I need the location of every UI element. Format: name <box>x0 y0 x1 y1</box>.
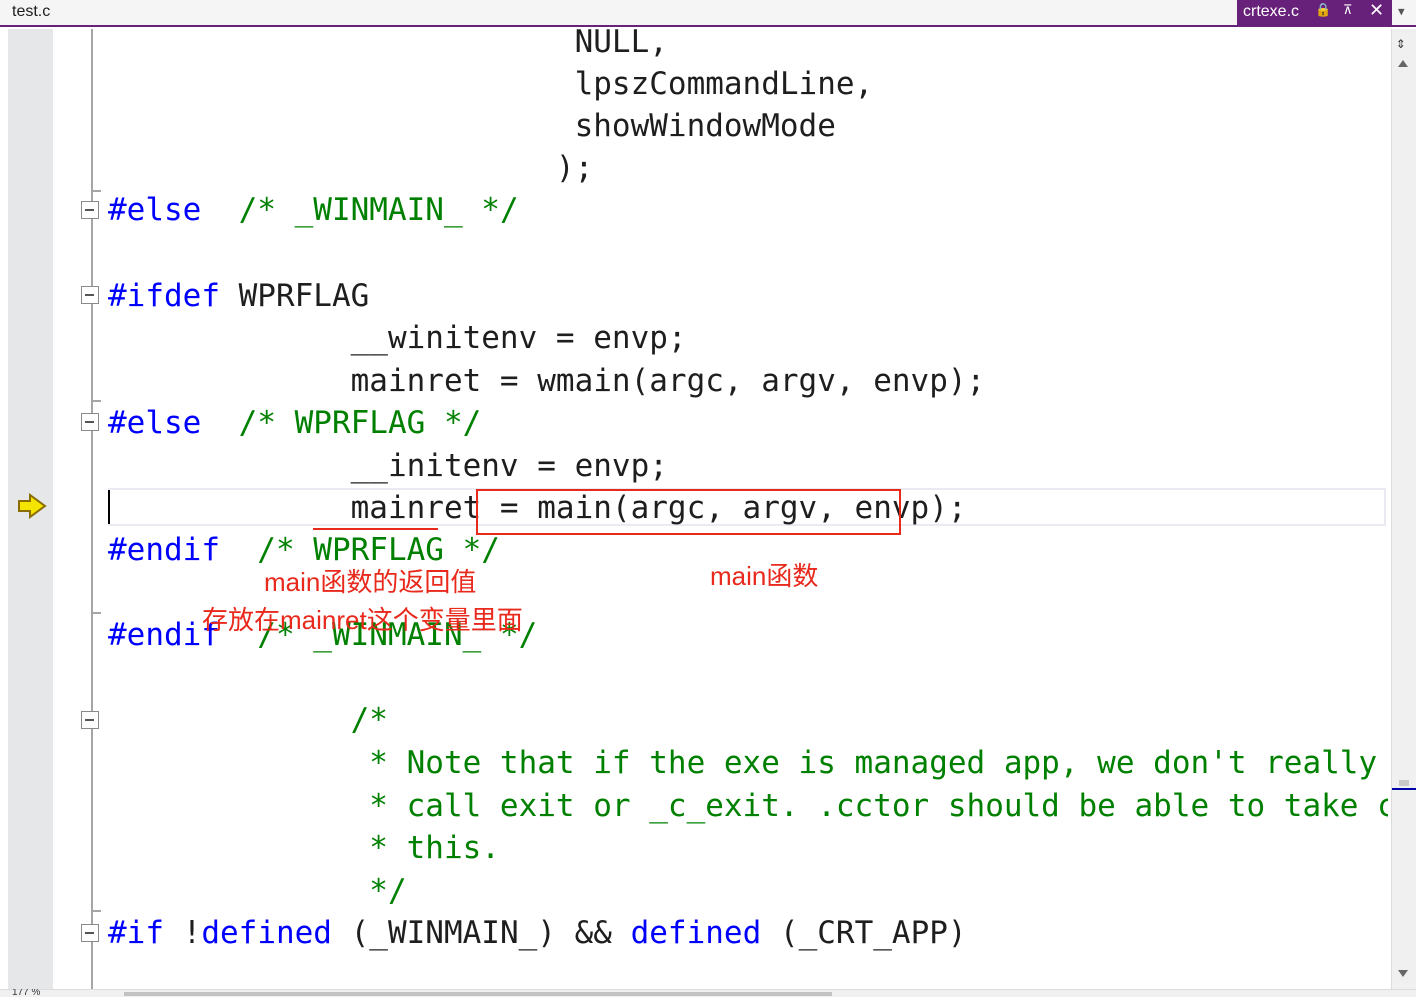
scroll-position-marker <box>1392 788 1416 790</box>
horizontal-scroll-thumb[interactable] <box>124 992 832 996</box>
collapse-toggle-icon[interactable] <box>81 711 99 729</box>
code-line[interactable]: #else /* _WINMAIN_ */ <box>108 189 519 231</box>
text-caret <box>108 490 110 524</box>
code-token: WPRFLAG <box>219 278 370 314</box>
code-line[interactable]: * call exit or _c_exit. .cctor should be… <box>108 785 1388 827</box>
keep-open-icon[interactable]: ⊼ <box>1343 2 1353 18</box>
zoom-level[interactable]: 177 % <box>12 989 40 997</box>
annotation-main-function: main函数 <box>710 561 819 591</box>
code-line[interactable]: NULL, <box>108 29 668 63</box>
code-token: defined <box>201 915 332 951</box>
collapse-toggle-icon[interactable] <box>81 413 99 431</box>
scroll-down-icon[interactable] <box>1398 970 1408 977</box>
code-token: defined <box>630 915 762 951</box>
code-line[interactable]: __initenv = envp; <box>108 445 668 487</box>
code-line[interactable]: ); <box>108 147 593 189</box>
tab-crtexe-c[interactable]: crtexe.c 🔒 ⊼ ✕ <box>1237 0 1392 25</box>
code-line[interactable]: mainret = wmain(argc, argv, envp); <box>108 360 986 402</box>
code-line[interactable]: showWindowMode <box>108 105 836 147</box>
collapse-toggle-icon[interactable] <box>81 201 99 219</box>
code-line[interactable]: */ <box>108 870 406 912</box>
collapse-toggle-icon[interactable] <box>81 924 99 942</box>
code-line[interactable]: /* <box>108 699 388 741</box>
tab-dropdown-icon[interactable]: ▼ <box>1398 5 1405 18</box>
code-line[interactable]: __winitenv = envp; <box>108 317 687 359</box>
code-line[interactable]: #ifdef WPRFLAG <box>108 275 369 317</box>
code-token: #endif <box>108 532 220 568</box>
outline-tick <box>91 190 101 192</box>
collapse-toggle-icon[interactable] <box>81 286 99 304</box>
code-line[interactable]: #else /* WPRFLAG */ <box>108 402 481 444</box>
code-line[interactable]: * Note that if the exe is managed app, w… <box>108 742 1388 784</box>
main-call-highlight-box <box>476 489 901 535</box>
annotation-return-value-line2: 存放在mainret这个变量里面 <box>202 605 523 635</box>
code-token: (_CRT_APP) <box>761 915 967 951</box>
code-token: #else <box>108 192 202 228</box>
annotation-return-value-line1: main函数的返回值 <box>264 567 477 597</box>
code-token: /* WPRFLAG */ <box>201 405 482 441</box>
code-token: #else <box>108 405 202 441</box>
outline-tick <box>91 612 101 614</box>
code-token: (_WINMAIN_) && <box>331 915 631 951</box>
split-window-icon[interactable]: ⇕ <box>1396 33 1406 52</box>
execution-pointer-icon <box>18 493 47 519</box>
code-line[interactable]: * this. <box>108 827 500 869</box>
close-icon[interactable]: ✕ <box>1369 0 1384 21</box>
read-only-lock-icon: 🔒 <box>1315 2 1332 17</box>
tab-label: crtexe.c <box>1243 3 1300 20</box>
code-token: /* _WINMAIN_ */ <box>201 192 519 228</box>
vertical-scrollbar[interactable] <box>1391 29 1416 989</box>
code-token: #if <box>108 915 164 951</box>
code-line[interactable]: #if !defined (_WINMAIN_) && defined (_CR… <box>108 912 967 954</box>
code-line[interactable]: lpszCommandLine, <box>108 63 874 105</box>
tab-test-c[interactable]: test.c <box>12 3 50 21</box>
code-token: #ifdef <box>108 278 220 314</box>
code-token: ! <box>164 915 202 951</box>
outline-tick <box>91 400 101 402</box>
scroll-up-icon[interactable] <box>1398 60 1408 67</box>
outline-gutter <box>91 29 93 989</box>
outline-tick <box>91 910 101 912</box>
tab-bar: test.c crtexe.c 🔒 ⊼ ✕ ▼ <box>0 0 1416 27</box>
scroll-thumb[interactable] <box>1399 780 1409 786</box>
mainret-underline <box>313 528 438 530</box>
